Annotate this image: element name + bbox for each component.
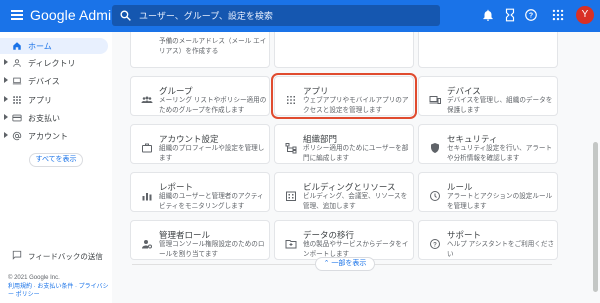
sidebar-item-apps[interactable]: アプリ xyxy=(0,92,108,108)
copyright: © 2021 Google Inc. xyxy=(8,275,60,281)
card-description: アラートとアクションの設定ルールを管理します xyxy=(447,193,553,210)
search-icon xyxy=(120,10,131,21)
card-description: メーリング リストやポリシー適用のためのグループを作成します xyxy=(159,97,267,114)
sidebar-item-label: お支払い xyxy=(28,114,60,123)
sidebar-item-devices[interactable]: デバイス xyxy=(0,73,108,89)
devices-icon xyxy=(429,96,441,104)
sidebar-item-label: デバイス xyxy=(28,77,60,86)
chevron-right-icon[interactable] xyxy=(4,132,8,138)
card-description: セキュリティ設定を行い、アラートや分析情報を確認します xyxy=(447,145,553,162)
sidebar-item-home[interactable]: ホーム xyxy=(0,38,108,54)
chevron-right-icon[interactable] xyxy=(4,77,8,83)
chevron-right-icon[interactable] xyxy=(4,114,8,120)
admin-role-icon xyxy=(142,240,152,249)
card-description: ポリシー適用のためにユーザーを部門に編成します xyxy=(303,145,409,162)
show-all-button[interactable]: すべてを表示 xyxy=(29,153,83,167)
svg-text:?: ? xyxy=(433,242,437,248)
credit-card-icon xyxy=(12,114,22,122)
card-description: ビルディング、会議室、リソースを管理、追加します xyxy=(303,193,408,210)
bar-chart-icon xyxy=(142,193,152,201)
apps-grid-icon xyxy=(13,96,21,104)
avatar[interactable]: Y xyxy=(576,6,594,24)
org-chart-icon xyxy=(285,143,297,154)
building-icon xyxy=(286,191,296,201)
help-icon[interactable]: ? xyxy=(524,8,538,22)
card-reports[interactable]: レポート 組織のユーザーと管理者のアクティビティをモニタリングします xyxy=(130,172,270,212)
sidebar: ホーム ディレクトリ デバイス アプリ お支払い アカウント すべてを表示 フィ… xyxy=(0,32,112,303)
scrollbar[interactable] xyxy=(593,142,598,292)
card-description: デバイスを管理し、組織のデータを保護します xyxy=(447,97,553,114)
laptop-icon xyxy=(12,77,22,85)
card-security[interactable]: セキュリティ セキュリティ設定を行い、アラートや分析情報を確認します xyxy=(418,124,558,164)
menu-icon[interactable] xyxy=(11,10,23,20)
card-devices[interactable]: デバイス デバイスを管理し、組織のデータを保護します xyxy=(418,76,558,116)
card-description: 組織のユーザーと管理者のアクティビティをモニタリングします xyxy=(159,193,264,210)
chevron-right-icon[interactable] xyxy=(4,96,8,102)
shield-icon xyxy=(431,143,439,153)
home-icon xyxy=(13,42,21,50)
card-description: 管理コンソール権限設定のためのロールを割り当てます xyxy=(159,241,265,258)
card-data-migration[interactable]: データの移行 他の製品やサービスからデータをインポートします xyxy=(274,220,414,260)
data-migration-icon xyxy=(285,240,297,249)
sidebar-item-billing[interactable]: お支払い xyxy=(0,110,108,126)
card-partial[interactable] xyxy=(418,32,558,68)
at-sign-icon xyxy=(12,131,22,141)
sidebar-item-account[interactable]: アカウント xyxy=(0,128,108,144)
bell-icon[interactable] xyxy=(481,8,495,22)
sidebar-item-label: ホーム xyxy=(28,42,52,51)
feedback-link[interactable]: フィードバックの送信 xyxy=(28,251,103,262)
card-apps[interactable]: アプリ ウェブアプリやモバイルアプリのアクセスと設定を管理します xyxy=(271,73,417,119)
search-input[interactable]: ユーザー、グループ、設定を検索 xyxy=(112,5,440,26)
feedback-icon[interactable] xyxy=(12,250,22,260)
top-app-bar: Google Admin ユーザー、グループ、設定を検索 ? Y xyxy=(0,0,600,32)
chevron-right-icon[interactable] xyxy=(4,59,8,65)
rule-icon xyxy=(430,191,440,201)
card-description: ヘルプ アシスタントをご利用ください xyxy=(447,241,555,258)
briefcase-icon xyxy=(142,143,152,153)
show-less-button[interactable]: ⌃ 一部を表示 xyxy=(315,257,375,271)
apps-grid-icon xyxy=(287,96,295,104)
apps-grid-icon[interactable] xyxy=(551,8,565,22)
sidebar-item-label: アカウント xyxy=(28,132,68,141)
support-icon: ? xyxy=(430,239,440,249)
card-admin-roles[interactable]: 管理者ロール 管理コンソール権限設定のためのロールを割り当てます xyxy=(130,220,270,260)
app-title[interactable]: Google Admin xyxy=(30,7,119,23)
sidebar-item-label: アプリ xyxy=(28,96,52,105)
sidebar-item-directory[interactable]: ディレクトリ xyxy=(0,55,108,71)
card-groups[interactable]: グループ メーリング リストやポリシー適用のためのグループを作成します xyxy=(130,76,270,116)
groups-icon xyxy=(141,96,153,103)
show-less-label: 一部を表示 xyxy=(331,260,367,267)
footer-links[interactable]: 利用規約 · お支払い条件 · プライバシー ポリシー xyxy=(8,283,112,299)
sidebar-item-label: ディレクトリ xyxy=(28,59,76,68)
card-description: ウェブアプリやモバイルアプリのアクセスと設定を管理します xyxy=(303,97,409,114)
card-support[interactable]: ? サポート ヘルプ アシスタントをご利用ください xyxy=(418,220,558,260)
card-buildings[interactable]: ビルディングとリソース ビルディング、会議室、リソースを管理、追加します xyxy=(274,172,414,212)
main-content: 予備のメールアドレス（メール エイリアス）を作成する グループ メーリング リス… xyxy=(112,32,600,303)
card-rules[interactable]: ルール アラートとアクションの設定ルールを管理します xyxy=(418,172,558,212)
card-description: 予備のメールアドレス（メール エイリアス）を作成する xyxy=(159,38,267,55)
card-partial[interactable] xyxy=(274,32,414,68)
card-org-units[interactable]: 組織部門 ポリシー適用のためにユーザーを部門に編成します xyxy=(274,124,414,164)
hourglass-icon[interactable] xyxy=(503,8,517,22)
card-partial[interactable]: 予備のメールアドレス（メール エイリアス）を作成する xyxy=(130,32,270,68)
card-description: 組織のプロフィールや設定を管理します xyxy=(159,145,265,162)
card-account-settings[interactable]: アカウント設定 組織のプロフィールや設定を管理します xyxy=(130,124,270,164)
person-icon xyxy=(13,59,21,67)
search-placeholder: ユーザー、グループ、設定を検索 xyxy=(139,11,273,21)
svg-text:?: ? xyxy=(529,13,533,20)
